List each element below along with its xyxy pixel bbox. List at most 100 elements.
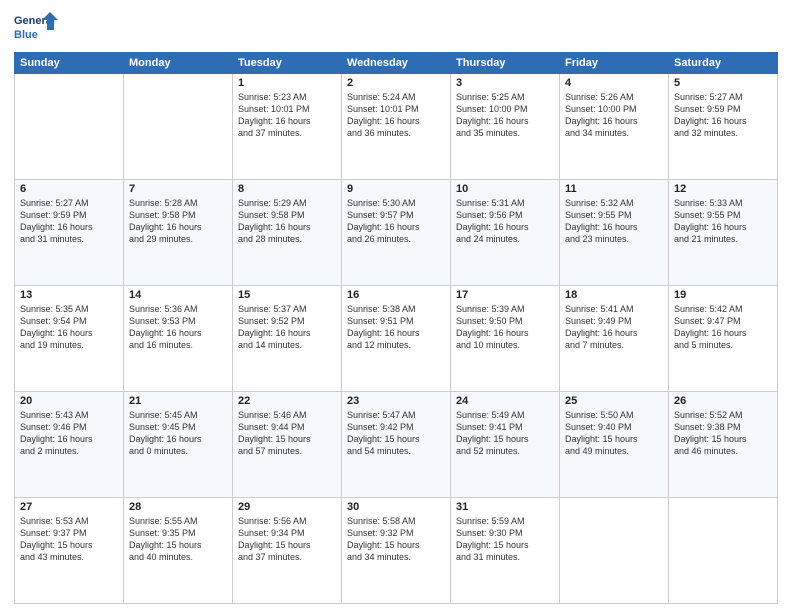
- day-number: 6: [20, 183, 118, 195]
- day-number: 27: [20, 501, 118, 513]
- day-info: Sunrise: 5:49 AM Sunset: 9:41 PM Dayligh…: [456, 409, 554, 458]
- weekday-header-friday: Friday: [560, 53, 669, 74]
- logo-svg: General Blue: [14, 10, 58, 46]
- day-number: 3: [456, 77, 554, 89]
- day-number: 13: [20, 289, 118, 301]
- day-info: Sunrise: 5:50 AM Sunset: 9:40 PM Dayligh…: [565, 409, 663, 458]
- day-info: Sunrise: 5:23 AM Sunset: 10:01 PM Daylig…: [238, 91, 336, 140]
- day-info: Sunrise: 5:37 AM Sunset: 9:52 PM Dayligh…: [238, 303, 336, 352]
- calendar-cell: 9 Sunrise: 5:30 AM Sunset: 9:57 PM Daylig…: [342, 180, 451, 286]
- calendar-cell: 11Sunrise: 5:32 AM Sunset: 9:55 PM Dayli…: [560, 180, 669, 286]
- calendar-cell: 27 Sunrise: 5:53 AM Sunset: 9:37 PM Dayli…: [15, 498, 124, 604]
- calendar-week-4: 20 Sunrise: 5:43 AM Sunset: 9:46 PM Dayli…: [15, 392, 778, 498]
- day-info: Sunrise: 5:58 AM Sunset: 9:32 PM Dayligh…: [347, 515, 445, 564]
- day-info: Sunrise: 5:29 AM Sunset: 9:58 PM Dayligh…: [238, 197, 336, 246]
- day-info: Sunrise: 5:27 AM Sunset: 9:59 PM Dayligh…: [674, 91, 772, 140]
- day-info: Sunrise: 5:24 AM Sunset: 10:01 PM Daylig…: [347, 91, 445, 140]
- calendar-cell: 30 Sunrise: 5:58 AM Sunset: 9:32 PM Dayli…: [342, 498, 451, 604]
- calendar-cell: [669, 498, 778, 604]
- calendar-cell: 20 Sunrise: 5:43 AM Sunset: 9:46 PM Dayli…: [15, 392, 124, 498]
- day-number: 1: [238, 77, 336, 89]
- calendar-cell: 31Sunrise: 5:59 AM Sunset: 9:30 PM Dayli…: [451, 498, 560, 604]
- day-number: 16: [347, 289, 445, 301]
- day-info: Sunrise: 5:53 AM Sunset: 9:37 PM Dayligh…: [20, 515, 118, 564]
- day-info: Sunrise: 5:27 AM Sunset: 9:59 PM Dayligh…: [20, 197, 118, 246]
- weekday-header-tuesday: Tuesday: [233, 53, 342, 74]
- calendar-cell: 25 Sunrise: 5:50 AM Sunset: 9:40 PM Dayli…: [560, 392, 669, 498]
- calendar-cell: 16 Sunrise: 5:38 AM Sunset: 9:51 PM Dayli…: [342, 286, 451, 392]
- calendar-cell: 24 Sunrise: 5:49 AM Sunset: 9:41 PM Dayli…: [451, 392, 560, 498]
- day-info: Sunrise: 5:39 AM Sunset: 9:50 PM Dayligh…: [456, 303, 554, 352]
- day-number: 12: [674, 183, 772, 195]
- calendar-cell: 18Sunrise: 5:41 AM Sunset: 9:49 PM Dayli…: [560, 286, 669, 392]
- day-info: Sunrise: 5:36 AM Sunset: 9:53 PM Dayligh…: [129, 303, 227, 352]
- calendar-week-1: 1 Sunrise: 5:23 AM Sunset: 10:01 PM Dayli…: [15, 74, 778, 180]
- day-info: Sunrise: 5:42 AM Sunset: 9:47 PM Dayligh…: [674, 303, 772, 352]
- day-number: 30: [347, 501, 445, 513]
- calendar-cell: 10Sunrise: 5:31 AM Sunset: 9:56 PM Dayli…: [451, 180, 560, 286]
- day-number: 29: [238, 501, 336, 513]
- day-info: Sunrise: 5:30 AM Sunset: 9:57 PM Dayligh…: [347, 197, 445, 246]
- weekday-header-saturday: Saturday: [669, 53, 778, 74]
- calendar-week-3: 13 Sunrise: 5:35 AM Sunset: 9:54 PM Dayli…: [15, 286, 778, 392]
- day-number: 15: [238, 289, 336, 301]
- calendar-cell: 17 Sunrise: 5:39 AM Sunset: 9:50 PM Dayli…: [451, 286, 560, 392]
- calendar-cell: 7Sunrise: 5:28 AM Sunset: 9:58 PM Daylig…: [124, 180, 233, 286]
- calendar-table: SundayMondayTuesdayWednesdayThursdayFrid…: [14, 52, 778, 604]
- weekday-header-wednesday: Wednesday: [342, 53, 451, 74]
- calendar-cell: 6 Sunrise: 5:27 AM Sunset: 9:59 PM Daylig…: [15, 180, 124, 286]
- day-number: 26: [674, 395, 772, 407]
- day-number: 22: [238, 395, 336, 407]
- calendar-week-5: 27 Sunrise: 5:53 AM Sunset: 9:37 PM Dayli…: [15, 498, 778, 604]
- calendar-cell: 4Sunrise: 5:26 AM Sunset: 10:00 PM Dayli…: [560, 74, 669, 180]
- weekday-header-thursday: Thursday: [451, 53, 560, 74]
- day-info: Sunrise: 5:32 AM Sunset: 9:55 PM Dayligh…: [565, 197, 663, 246]
- calendar-cell: [124, 74, 233, 180]
- day-number: 18: [565, 289, 663, 301]
- calendar-cell: 13 Sunrise: 5:35 AM Sunset: 9:54 PM Dayli…: [15, 286, 124, 392]
- day-info: Sunrise: 5:31 AM Sunset: 9:56 PM Dayligh…: [456, 197, 554, 246]
- calendar-cell: [560, 498, 669, 604]
- day-info: Sunrise: 5:46 AM Sunset: 9:44 PM Dayligh…: [238, 409, 336, 458]
- day-number: 19: [674, 289, 772, 301]
- day-info: Sunrise: 5:47 AM Sunset: 9:42 PM Dayligh…: [347, 409, 445, 458]
- day-number: 23: [347, 395, 445, 407]
- svg-text:Blue: Blue: [14, 29, 38, 41]
- weekday-header-sunday: Sunday: [15, 53, 124, 74]
- day-info: Sunrise: 5:25 AM Sunset: 10:00 PM Daylig…: [456, 91, 554, 140]
- calendar-cell: 14 Sunrise: 5:36 AM Sunset: 9:53 PM Dayli…: [124, 286, 233, 392]
- day-number: 17: [456, 289, 554, 301]
- day-number: 14: [129, 289, 227, 301]
- calendar-cell: 8 Sunrise: 5:29 AM Sunset: 9:58 PM Daylig…: [233, 180, 342, 286]
- calendar-cell: [15, 74, 124, 180]
- calendar-cell: 23 Sunrise: 5:47 AM Sunset: 9:42 PM Dayli…: [342, 392, 451, 498]
- header-row: SundayMondayTuesdayWednesdayThursdayFrid…: [15, 53, 778, 74]
- day-info: Sunrise: 5:35 AM Sunset: 9:54 PM Dayligh…: [20, 303, 118, 352]
- weekday-header-monday: Monday: [124, 53, 233, 74]
- calendar-cell: 3 Sunrise: 5:25 AM Sunset: 10:00 PM Dayli…: [451, 74, 560, 180]
- day-number: 24: [456, 395, 554, 407]
- calendar-cell: 2Sunrise: 5:24 AM Sunset: 10:01 PM Dayli…: [342, 74, 451, 180]
- day-info: Sunrise: 5:43 AM Sunset: 9:46 PM Dayligh…: [20, 409, 118, 458]
- day-info: Sunrise: 5:55 AM Sunset: 9:35 PM Dayligh…: [129, 515, 227, 564]
- calendar-cell: 22 Sunrise: 5:46 AM Sunset: 9:44 PM Dayli…: [233, 392, 342, 498]
- calendar-cell: 21Sunrise: 5:45 AM Sunset: 9:45 PM Dayli…: [124, 392, 233, 498]
- calendar-cell: 19 Sunrise: 5:42 AM Sunset: 9:47 PM Dayli…: [669, 286, 778, 392]
- day-info: Sunrise: 5:38 AM Sunset: 9:51 PM Dayligh…: [347, 303, 445, 352]
- header: General Blue: [14, 10, 778, 46]
- day-number: 20: [20, 395, 118, 407]
- calendar-cell: 29Sunrise: 5:56 AM Sunset: 9:34 PM Dayli…: [233, 498, 342, 604]
- day-number: 7: [129, 183, 227, 195]
- day-info: Sunrise: 5:33 AM Sunset: 9:55 PM Dayligh…: [674, 197, 772, 246]
- calendar-cell: 26 Sunrise: 5:52 AM Sunset: 9:38 PM Dayli…: [669, 392, 778, 498]
- day-number: 8: [238, 183, 336, 195]
- calendar-week-2: 6 Sunrise: 5:27 AM Sunset: 9:59 PM Daylig…: [15, 180, 778, 286]
- day-number: 25: [565, 395, 663, 407]
- day-number: 21: [129, 395, 227, 407]
- day-info: Sunrise: 5:52 AM Sunset: 9:38 PM Dayligh…: [674, 409, 772, 458]
- day-number: 9: [347, 183, 445, 195]
- logo: General Blue: [14, 10, 58, 46]
- calendar-cell: 1 Sunrise: 5:23 AM Sunset: 10:01 PM Dayli…: [233, 74, 342, 180]
- day-info: Sunrise: 5:59 AM Sunset: 9:30 PM Dayligh…: [456, 515, 554, 564]
- day-number: 4: [565, 77, 663, 89]
